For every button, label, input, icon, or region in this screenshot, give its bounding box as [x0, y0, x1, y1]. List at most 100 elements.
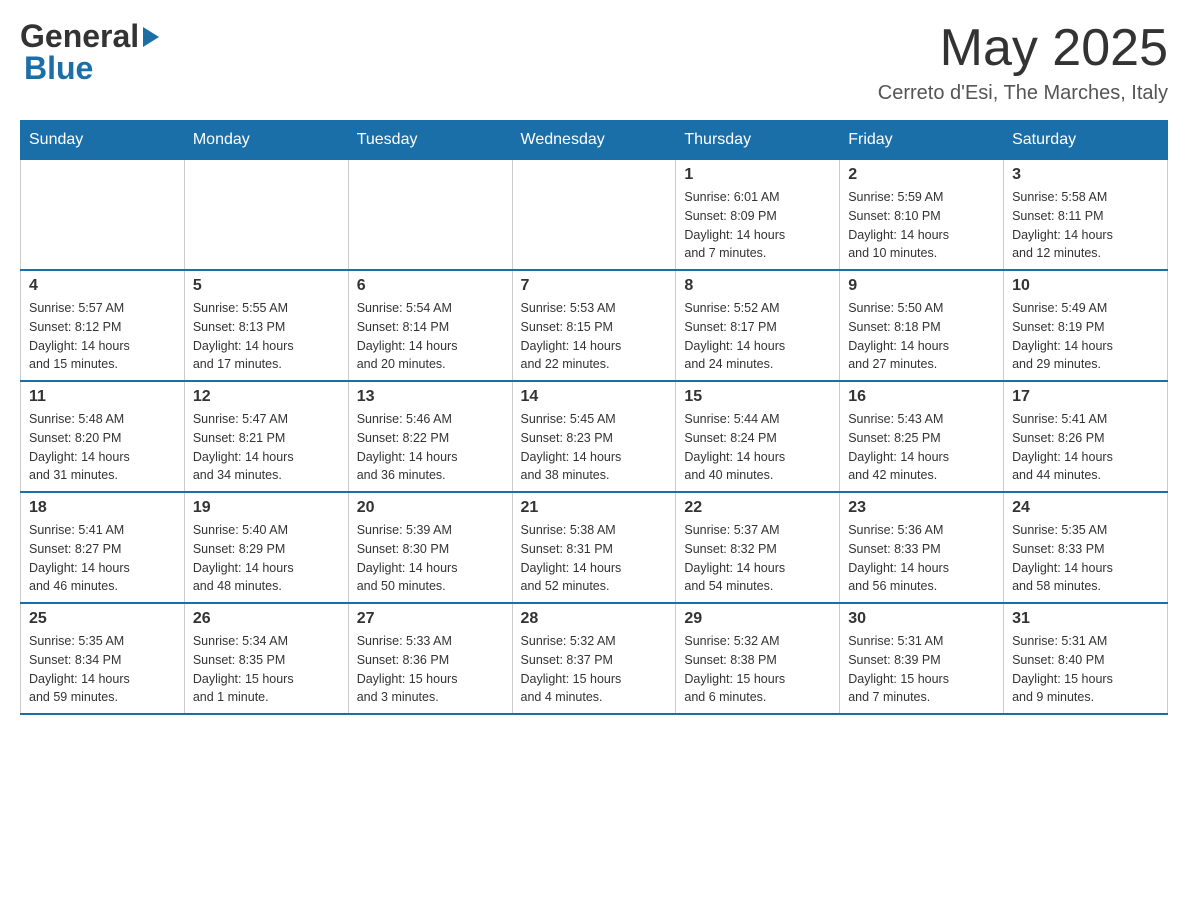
logo-general-text: General — [20, 20, 139, 52]
day-info: Sunrise: 5:54 AM Sunset: 8:14 PM Dayligh… — [357, 299, 504, 374]
calendar-week-2: 4 Sunrise: 5:57 AM Sunset: 8:12 PM Daylig… — [21, 270, 1168, 381]
day-number: 17 — [1012, 388, 1159, 406]
day-header-tuesday: Tuesday — [348, 121, 512, 160]
calendar-cell — [348, 160, 512, 271]
calendar-cell: 8Sunrise: 5:52 AM Sunset: 8:17 PM Daylig… — [676, 270, 840, 381]
calendar-cell: 22 Sunrise: 5:37 AM Sunset: 8:32 PM Dayli… — [676, 492, 840, 603]
day-header-monday: Monday — [184, 121, 348, 160]
calendar-cell: 3 Sunrise: 5:58 AM Sunset: 8:11 PM Daylig… — [1004, 160, 1168, 271]
calendar-cell: 9 Sunrise: 5:50 AM Sunset: 8:18 PM Daylig… — [840, 270, 1004, 381]
day-number: 19 — [193, 499, 340, 517]
calendar-cell: 13Sunrise: 5:46 AM Sunset: 8:22 PM Dayli… — [348, 381, 512, 492]
day-number: 12 — [193, 388, 340, 406]
day-info: Sunrise: 5:40 AM Sunset: 8:29 PM Dayligh… — [193, 521, 340, 596]
calendar-cell: 2 Sunrise: 5:59 AM Sunset: 8:10 PM Daylig… — [840, 160, 1004, 271]
calendar-cell: 6 Sunrise: 5:54 AM Sunset: 8:14 PM Daylig… — [348, 270, 512, 381]
day-info: Sunrise: 5:35 AM Sunset: 8:34 PM Dayligh… — [29, 632, 176, 707]
day-number: 15 — [684, 388, 831, 406]
calendar-week-3: 11 Sunrise: 5:48 AM Sunset: 8:20 PM Dayli… — [21, 381, 1168, 492]
calendar-cell: 1Sunrise: 6:01 AM Sunset: 8:09 PM Daylig… — [676, 160, 840, 271]
day-number: 25 — [29, 610, 176, 628]
calendar-cell: 29 Sunrise: 5:32 AM Sunset: 8:38 PM Dayli… — [676, 603, 840, 714]
logo-blue-text: Blue — [24, 50, 93, 87]
day-info: Sunrise: 5:58 AM Sunset: 8:11 PM Dayligh… — [1012, 188, 1159, 263]
day-info: Sunrise: 5:43 AM Sunset: 8:25 PM Dayligh… — [848, 410, 995, 485]
calendar-cell: 19 Sunrise: 5:40 AM Sunset: 8:29 PM Dayli… — [184, 492, 348, 603]
day-info: Sunrise: 5:32 AM Sunset: 8:37 PM Dayligh… — [521, 632, 668, 707]
day-info: Sunrise: 5:35 AM Sunset: 8:33 PM Dayligh… — [1012, 521, 1159, 596]
day-number: 21 — [521, 499, 668, 517]
day-info: Sunrise: 5:55 AM Sunset: 8:13 PM Dayligh… — [193, 299, 340, 374]
days-of-week-row: SundayMondayTuesdayWednesdayThursdayFrid… — [21, 121, 1168, 160]
calendar-cell: 5Sunrise: 5:55 AM Sunset: 8:13 PM Daylig… — [184, 270, 348, 381]
calendar-cell: 20Sunrise: 5:39 AM Sunset: 8:30 PM Dayli… — [348, 492, 512, 603]
day-info: Sunrise: 5:33 AM Sunset: 8:36 PM Dayligh… — [357, 632, 504, 707]
logo: General Blue — [20, 20, 159, 87]
day-number: 20 — [357, 499, 504, 517]
day-info: Sunrise: 5:50 AM Sunset: 8:18 PM Dayligh… — [848, 299, 995, 374]
day-info: Sunrise: 5:36 AM Sunset: 8:33 PM Dayligh… — [848, 521, 995, 596]
title-section: May 2025 Cerreto d'Esi, The Marches, Ita… — [878, 20, 1168, 105]
day-header-sunday: Sunday — [21, 121, 185, 160]
calendar-cell — [21, 160, 185, 271]
calendar-title: May 2025 — [878, 20, 1168, 77]
day-number: 2 — [848, 166, 995, 184]
calendar-cell: 21Sunrise: 5:38 AM Sunset: 8:31 PM Dayli… — [512, 492, 676, 603]
day-info: Sunrise: 5:46 AM Sunset: 8:22 PM Dayligh… — [357, 410, 504, 485]
calendar-cell: 26Sunrise: 5:34 AM Sunset: 8:35 PM Dayli… — [184, 603, 348, 714]
day-number: 31 — [1012, 610, 1159, 628]
day-header-thursday: Thursday — [676, 121, 840, 160]
calendar-cell: 24 Sunrise: 5:35 AM Sunset: 8:33 PM Dayli… — [1004, 492, 1168, 603]
calendar-cell: 14Sunrise: 5:45 AM Sunset: 8:23 PM Dayli… — [512, 381, 676, 492]
day-number: 22 — [684, 499, 831, 517]
day-info: Sunrise: 5:47 AM Sunset: 8:21 PM Dayligh… — [193, 410, 340, 485]
day-info: Sunrise: 5:32 AM Sunset: 8:38 PM Dayligh… — [684, 632, 831, 707]
calendar-body: 1Sunrise: 6:01 AM Sunset: 8:09 PM Daylig… — [21, 160, 1168, 715]
day-number: 27 — [357, 610, 504, 628]
day-number: 28 — [521, 610, 668, 628]
calendar-cell — [512, 160, 676, 271]
calendar-cell: 16 Sunrise: 5:43 AM Sunset: 8:25 PM Dayli… — [840, 381, 1004, 492]
day-info: Sunrise: 5:44 AM Sunset: 8:24 PM Dayligh… — [684, 410, 831, 485]
calendar-week-1: 1Sunrise: 6:01 AM Sunset: 8:09 PM Daylig… — [21, 160, 1168, 271]
calendar-cell: 31Sunrise: 5:31 AM Sunset: 8:40 PM Dayli… — [1004, 603, 1168, 714]
calendar-cell: 15 Sunrise: 5:44 AM Sunset: 8:24 PM Dayli… — [676, 381, 840, 492]
calendar-header: SundayMondayTuesdayWednesdayThursdayFrid… — [21, 121, 1168, 160]
calendar-cell: 25 Sunrise: 5:35 AM Sunset: 8:34 PM Dayli… — [21, 603, 185, 714]
calendar-cell: 28 Sunrise: 5:32 AM Sunset: 8:37 PM Dayli… — [512, 603, 676, 714]
calendar-cell: 30 Sunrise: 5:31 AM Sunset: 8:39 PM Dayli… — [840, 603, 1004, 714]
calendar-week-5: 25 Sunrise: 5:35 AM Sunset: 8:34 PM Dayli… — [21, 603, 1168, 714]
calendar-cell: 12 Sunrise: 5:47 AM Sunset: 8:21 PM Dayli… — [184, 381, 348, 492]
calendar-cell: 17Sunrise: 5:41 AM Sunset: 8:26 PM Dayli… — [1004, 381, 1168, 492]
calendar-subtitle: Cerreto d'Esi, The Marches, Italy — [878, 82, 1168, 105]
day-number: 9 — [848, 277, 995, 295]
day-number: 3 — [1012, 166, 1159, 184]
day-info: Sunrise: 5:48 AM Sunset: 8:20 PM Dayligh… — [29, 410, 176, 485]
calendar-cell: 18Sunrise: 5:41 AM Sunset: 8:27 PM Dayli… — [21, 492, 185, 603]
day-header-wednesday: Wednesday — [512, 121, 676, 160]
day-header-saturday: Saturday — [1004, 121, 1168, 160]
calendar-cell — [184, 160, 348, 271]
day-header-friday: Friday — [840, 121, 1004, 160]
day-number: 26 — [193, 610, 340, 628]
day-info: Sunrise: 5:37 AM Sunset: 8:32 PM Dayligh… — [684, 521, 831, 596]
day-info: Sunrise: 5:57 AM Sunset: 8:12 PM Dayligh… — [29, 299, 176, 374]
calendar-cell: 4 Sunrise: 5:57 AM Sunset: 8:12 PM Daylig… — [21, 270, 185, 381]
day-number: 30 — [848, 610, 995, 628]
day-number: 11 — [29, 388, 176, 406]
day-number: 16 — [848, 388, 995, 406]
day-info: Sunrise: 5:59 AM Sunset: 8:10 PM Dayligh… — [848, 188, 995, 263]
day-number: 7 — [521, 277, 668, 295]
day-info: Sunrise: 5:31 AM Sunset: 8:39 PM Dayligh… — [848, 632, 995, 707]
calendar-week-4: 18Sunrise: 5:41 AM Sunset: 8:27 PM Dayli… — [21, 492, 1168, 603]
day-info: Sunrise: 5:41 AM Sunset: 8:27 PM Dayligh… — [29, 521, 176, 596]
day-number: 6 — [357, 277, 504, 295]
calendar-cell: 10Sunrise: 5:49 AM Sunset: 8:19 PM Dayli… — [1004, 270, 1168, 381]
day-number: 4 — [29, 277, 176, 295]
day-info: Sunrise: 5:45 AM Sunset: 8:23 PM Dayligh… — [521, 410, 668, 485]
day-number: 24 — [1012, 499, 1159, 517]
calendar-cell: 27 Sunrise: 5:33 AM Sunset: 8:36 PM Dayli… — [348, 603, 512, 714]
day-info: Sunrise: 6:01 AM Sunset: 8:09 PM Dayligh… — [684, 188, 831, 263]
day-number: 8 — [684, 277, 831, 295]
day-number: 29 — [684, 610, 831, 628]
